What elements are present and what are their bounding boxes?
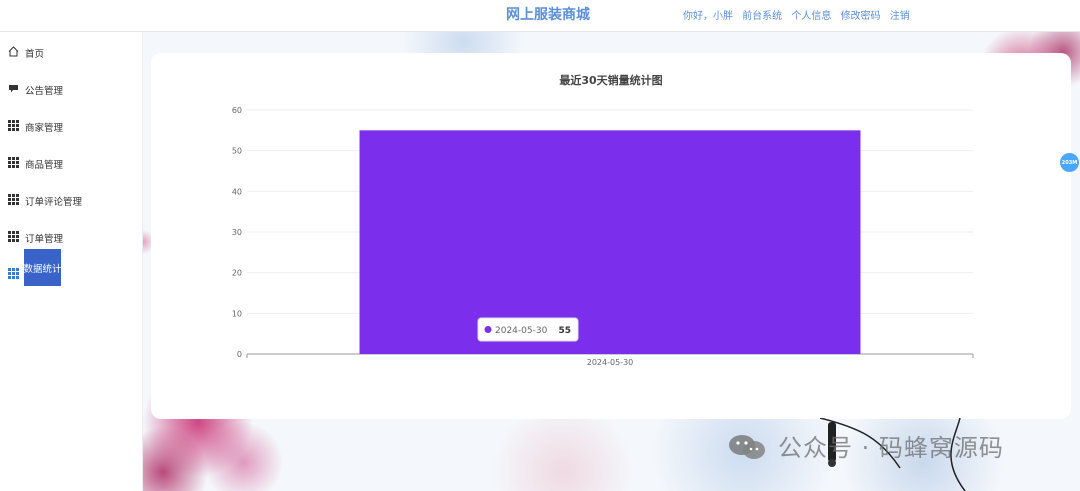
tooltip-label: 2024-05-30	[495, 326, 548, 336]
y-tick-label: 0	[237, 350, 242, 359]
y-tick-label: 10	[232, 309, 242, 318]
bar	[359, 130, 861, 354]
y-tick-label: 20	[232, 269, 242, 278]
tooltip-value: 55	[558, 326, 571, 336]
wechat-icon	[729, 435, 765, 459]
watermark-text: 公众号 · 码蜂窝源码	[778, 434, 1004, 462]
y-tick-label: 40	[232, 187, 242, 196]
tooltip-marker	[484, 326, 492, 333]
y-tick-label: 50	[232, 147, 242, 156]
y-tick-label: 30	[232, 228, 242, 237]
x-tick-label: 2024-05-30	[587, 358, 634, 367]
floating-widget-button[interactable]: 203M	[1060, 153, 1079, 172]
y-tick-label: 60	[232, 106, 242, 115]
